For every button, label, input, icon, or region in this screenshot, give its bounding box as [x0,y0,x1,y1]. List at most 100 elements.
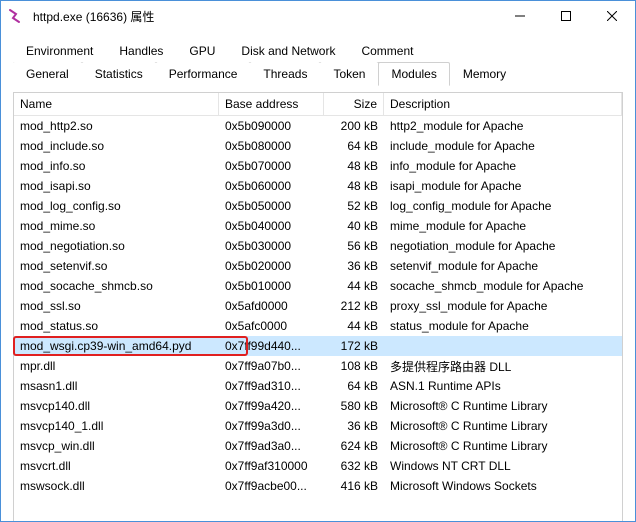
table-row[interactable]: mod_wsgi.cp39-win_amd64.pyd0x7ff99d440..… [14,336,622,356]
tab-environment[interactable]: Environment [13,39,106,63]
cell-name: msasn1.dll [14,377,219,395]
app-icon [9,8,25,24]
cell-addr: 0x7ff9ad3a0... [219,437,324,455]
cell-size: 64 kB [324,377,384,395]
table-row[interactable]: msvcp_win.dll0x7ff9ad3a0...624 kBMicroso… [14,436,622,456]
table-row[interactable]: mod_ssl.so0x5afd0000212 kBproxy_ssl_modu… [14,296,622,316]
cell-desc: setenvif_module for Apache [384,257,622,275]
tab-performance[interactable]: Performance [156,62,251,86]
cell-desc: Microsoft® C Runtime Library [384,397,622,415]
cell-desc: mime_module for Apache [384,217,622,235]
window-title: httpd.exe (16636) 属性 [33,8,497,25]
tab-memory[interactable]: Memory [450,62,519,86]
table-row[interactable]: mod_log_config.so0x5b05000052 kBlog_conf… [14,196,622,216]
tab-gpu[interactable]: GPU [176,39,228,63]
cell-name: mod_log_config.so [14,197,219,215]
properties-window: httpd.exe (16636) 属性 Environment Handles… [0,0,636,522]
cell-desc: Microsoft® C Runtime Library [384,417,622,435]
col-name[interactable]: Name [14,93,219,115]
titlebar: httpd.exe (16636) 属性 [1,1,635,31]
cell-addr: 0x7ff9a07b0... [219,357,324,375]
tab-strip: Environment Handles GPU Disk and Network… [1,31,635,86]
table-row[interactable]: msasn1.dll0x7ff9ad310...64 kBASN.1 Runti… [14,376,622,396]
cell-size: 44 kB [324,317,384,335]
table-row[interactable]: mod_info.so0x5b07000048 kBinfo_module fo… [14,156,622,176]
cell-desc: 多提供程序路由器 DLL [384,356,622,377]
cell-size: 108 kB [324,357,384,375]
cell-name: mod_http2.so [14,117,219,135]
modules-list: Name Base address Size Description mod_h… [13,92,623,522]
cell-name: mswsock.dll [14,477,219,495]
cell-addr: 0x7ff99d440... [219,337,324,355]
tab-disk-network[interactable]: Disk and Network [228,39,348,63]
cell-name: mod_info.so [14,157,219,175]
table-row[interactable]: mswsock.dll0x7ff9acbe00...416 kBMicrosof… [14,476,622,496]
table-row[interactable]: mod_isapi.so0x5b06000048 kBisapi_module … [14,176,622,196]
cell-size: 36 kB [324,417,384,435]
cell-size: 48 kB [324,177,384,195]
table-row[interactable]: mod_setenvif.so0x5b02000036 kBsetenvif_m… [14,256,622,276]
cell-size: 212 kB [324,297,384,315]
cell-name: mod_setenvif.so [14,257,219,275]
tab-modules[interactable]: Modules [378,62,449,86]
cell-addr: 0x5b020000 [219,257,324,275]
cell-size: 200 kB [324,117,384,135]
cell-desc: socache_shmcb_module for Apache [384,277,622,295]
cell-desc: Windows NT CRT DLL [384,457,622,475]
cell-size: 56 kB [324,237,384,255]
cell-name: mod_status.so [14,317,219,335]
cell-name: mod_wsgi.cp39-win_amd64.pyd [14,337,219,355]
cell-size: 44 kB [324,277,384,295]
column-headers: Name Base address Size Description [14,93,622,116]
cell-size: 580 kB [324,397,384,415]
cell-size: 36 kB [324,257,384,275]
table-row[interactable]: msvcp140_1.dll0x7ff99a3d0...36 kBMicroso… [14,416,622,436]
cell-name: mod_socache_shmcb.so [14,277,219,295]
close-button[interactable] [589,1,635,31]
cell-addr: 0x7ff9af310000 [219,457,324,475]
window-buttons [497,1,635,31]
table-row[interactable]: mpr.dll0x7ff9a07b0...108 kB多提供程序路由器 DLL [14,356,622,376]
cell-desc: proxy_ssl_module for Apache [384,297,622,315]
tab-token[interactable]: Token [320,62,378,86]
maximize-button[interactable] [543,1,589,31]
tab-statistics[interactable]: Statistics [82,62,156,86]
table-row[interactable]: msvcrt.dll0x7ff9af310000632 kBWindows NT… [14,456,622,476]
cell-desc: isapi_module for Apache [384,177,622,195]
table-row[interactable]: mod_http2.so0x5b090000200 kBhttp2_module… [14,116,622,136]
cell-addr: 0x5b080000 [219,137,324,155]
table-row[interactable]: mod_mime.so0x5b04000040 kBmime_module fo… [14,216,622,236]
cell-name: mod_mime.so [14,217,219,235]
cell-size: 48 kB [324,157,384,175]
cell-addr: 0x5b060000 [219,177,324,195]
tab-comment[interactable]: Comment [348,39,426,63]
table-row[interactable]: mod_status.so0x5afc000044 kBstatus_modul… [14,316,622,336]
cell-addr: 0x5afc0000 [219,317,324,335]
cell-size: 416 kB [324,477,384,495]
table-row[interactable]: msvcp140.dll0x7ff99a420...580 kBMicrosof… [14,396,622,416]
cell-name: msvcp140.dll [14,397,219,415]
cell-name: mod_negotiation.so [14,237,219,255]
table-row[interactable]: mod_include.so0x5b08000064 kBinclude_mod… [14,136,622,156]
cell-name: mod_ssl.so [14,297,219,315]
col-base-address[interactable]: Base address [219,93,324,115]
table-row[interactable]: mod_socache_shmcb.so0x5b01000044 kBsocac… [14,276,622,296]
col-description[interactable]: Description [384,93,622,115]
tab-threads[interactable]: Threads [250,62,320,86]
cell-desc: info_module for Apache [384,157,622,175]
tab-handles[interactable]: Handles [106,39,176,63]
cell-desc: include_module for Apache [384,137,622,155]
col-size[interactable]: Size [324,93,384,115]
cell-desc [384,344,622,348]
minimize-button[interactable] [497,1,543,31]
tab-general[interactable]: General [13,62,82,86]
cell-size: 172 kB [324,337,384,355]
list-body[interactable]: mod_http2.so0x5b090000200 kBhttp2_module… [14,116,622,520]
table-row[interactable]: mod_negotiation.so0x5b03000056 kBnegotia… [14,236,622,256]
cell-desc: ASN.1 Runtime APIs [384,377,622,395]
cell-desc: negotiation_module for Apache [384,237,622,255]
cell-name: msvcp140_1.dll [14,417,219,435]
cell-addr: 0x7ff99a3d0... [219,417,324,435]
cell-size: 52 kB [324,197,384,215]
cell-name: mpr.dll [14,357,219,375]
